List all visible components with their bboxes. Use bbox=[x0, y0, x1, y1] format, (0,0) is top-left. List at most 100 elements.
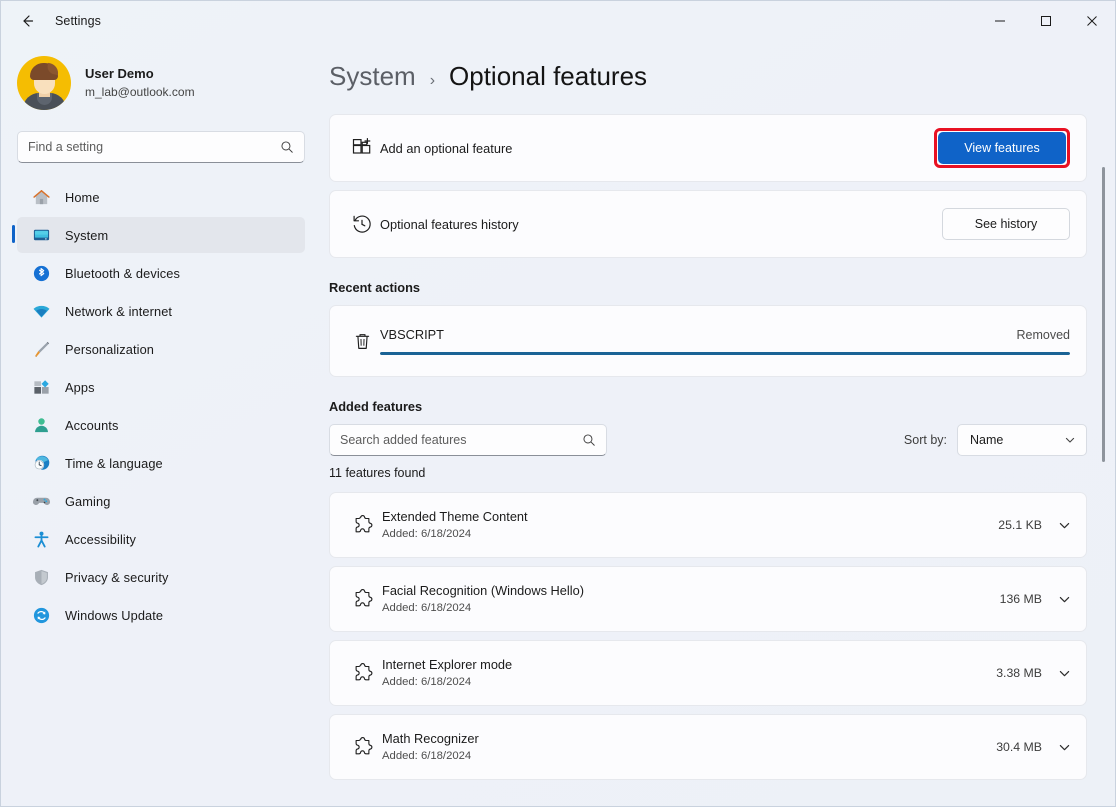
chevron-down-icon[interactable] bbox=[1056, 591, 1072, 607]
sidebar-item-accessibility[interactable]: Accessibility bbox=[17, 521, 305, 557]
minimize-icon bbox=[995, 20, 1005, 22]
bluetooth-icon bbox=[31, 263, 51, 283]
added-features-search-box[interactable] bbox=[329, 424, 607, 456]
sidebar-item-gaming[interactable]: Gaming bbox=[17, 483, 305, 519]
feature-added-date: Added: 6/18/2024 bbox=[382, 676, 472, 688]
sidebar-item-bluetooth-devices[interactable]: Bluetooth & devices bbox=[17, 255, 305, 291]
recent-action-progress bbox=[380, 352, 1070, 355]
chevron-right-icon: › bbox=[429, 72, 436, 89]
sidebar-item-accounts[interactable]: Accounts bbox=[17, 407, 305, 443]
add-optional-feature-card: Add an optional feature View features bbox=[329, 114, 1087, 182]
sidebar-item-windows-update[interactable]: Windows Update bbox=[17, 597, 305, 633]
apps-icon bbox=[31, 377, 51, 397]
sidebar-item-label: Apps bbox=[65, 379, 95, 395]
feature-card: Facial Recognition (Windows Hello) Added… bbox=[329, 566, 1087, 632]
sidebar-nav: Home System Bluetooth & devices Network … bbox=[12, 179, 305, 633]
feature-row[interactable]: Extended Theme Content Added: 6/18/2024 … bbox=[330, 493, 1086, 557]
breadcrumb-parent[interactable]: System bbox=[329, 61, 416, 92]
sidebar-item-label: Bluetooth & devices bbox=[65, 265, 181, 281]
history-clock-icon bbox=[344, 213, 380, 235]
accessibility-icon bbox=[31, 529, 51, 549]
window-body: User Demo m_lab@outlook.com Find a setti… bbox=[1, 41, 1115, 806]
sidebar-item-personalization[interactable]: Personalization bbox=[17, 331, 305, 367]
update-refresh-icon bbox=[31, 605, 51, 625]
recent-action-row: VBSCRIPT Removed bbox=[330, 306, 1086, 376]
feature-name: Math Recognizer bbox=[382, 731, 479, 746]
user-profile[interactable]: User Demo m_lab@outlook.com bbox=[17, 41, 305, 117]
puzzle-piece-icon bbox=[344, 662, 382, 685]
sidebar-item-time-language[interactable]: Time & language bbox=[17, 445, 305, 481]
recent-actions-card: VBSCRIPT Removed bbox=[329, 305, 1087, 377]
settings-search-box[interactable] bbox=[17, 131, 305, 163]
back-arrow-icon bbox=[23, 15, 34, 27]
feature-row[interactable]: Math Recognizer Added: 6/18/2024 30.4 MB bbox=[330, 715, 1086, 779]
gamepad-icon bbox=[31, 491, 51, 511]
user-email: m_lab@outlook.com bbox=[85, 85, 195, 99]
breadcrumb: System › Optional features bbox=[329, 51, 1087, 114]
sidebar-item-home[interactable]: Home bbox=[17, 179, 305, 215]
sidebar-item-label: Time & language bbox=[65, 455, 163, 471]
vertical-scrollbar[interactable] bbox=[1098, 89, 1110, 802]
chevron-down-icon[interactable] bbox=[1056, 739, 1072, 755]
clock-globe-icon bbox=[31, 453, 51, 473]
person-icon bbox=[31, 415, 51, 435]
sidebar-item-apps[interactable]: Apps bbox=[17, 369, 305, 405]
view-features-highlight: View features bbox=[934, 128, 1070, 168]
feature-name: Extended Theme Content bbox=[382, 509, 528, 524]
sidebar-item-label: Personalization bbox=[65, 341, 154, 357]
added-features-search-input[interactable] bbox=[340, 433, 582, 447]
puzzle-piece-icon bbox=[344, 736, 382, 759]
maximize-button[interactable] bbox=[1023, 1, 1069, 41]
feature-size: 136 MB bbox=[999, 592, 1042, 606]
paintbrush-icon bbox=[31, 339, 51, 359]
close-icon bbox=[1087, 16, 1097, 26]
sort-by-dropdown[interactable]: Name bbox=[957, 424, 1087, 456]
back-button[interactable] bbox=[11, 5, 43, 37]
sidebar: User Demo m_lab@outlook.com Find a setti… bbox=[1, 41, 321, 806]
wifi-icon bbox=[31, 301, 51, 321]
sidebar-item-label: Gaming bbox=[65, 493, 111, 509]
home-icon bbox=[31, 187, 51, 207]
chevron-down-icon[interactable] bbox=[1056, 517, 1072, 533]
feature-card: Math Recognizer Added: 6/18/2024 30.4 MB bbox=[329, 714, 1087, 780]
feature-size: 25.1 KB bbox=[998, 518, 1042, 532]
feature-size: 30.4 MB bbox=[996, 740, 1042, 754]
history-title: Optional features history bbox=[380, 216, 519, 232]
sidebar-item-label: Home bbox=[65, 189, 100, 205]
avatar bbox=[17, 56, 71, 110]
minimize-button[interactable] bbox=[977, 1, 1023, 41]
sidebar-item-label: Accounts bbox=[65, 417, 119, 433]
scrollbar-thumb[interactable] bbox=[1102, 167, 1105, 462]
feature-name: Internet Explorer mode bbox=[382, 657, 513, 672]
features-found-count: 11 features found bbox=[329, 466, 426, 480]
sidebar-item-system[interactable]: System bbox=[12, 217, 305, 253]
close-button[interactable] bbox=[1069, 1, 1115, 41]
maximize-icon bbox=[1041, 16, 1051, 26]
view-features-button[interactable]: View features bbox=[938, 132, 1066, 164]
sort-by-label: Sort by: bbox=[903, 433, 947, 447]
feature-added-date: Added: 6/18/2024 bbox=[382, 602, 472, 614]
feature-added-date: Added: 6/18/2024 bbox=[382, 528, 472, 540]
user-name: User Demo bbox=[85, 66, 154, 81]
see-history-button[interactable]: See history bbox=[942, 208, 1070, 240]
chevron-down-icon[interactable] bbox=[1056, 665, 1072, 681]
shield-icon bbox=[31, 567, 51, 587]
feature-card: Extended Theme Content Added: 6/18/2024 … bbox=[329, 492, 1087, 558]
feature-size: 3.38 MB bbox=[996, 666, 1042, 680]
feature-row[interactable]: Internet Explorer mode Added: 6/18/2024 … bbox=[330, 641, 1086, 705]
sidebar-item-privacy-security[interactable]: Privacy & security bbox=[17, 559, 305, 595]
search-icon bbox=[281, 141, 293, 153]
sidebar-item-label: Accessibility bbox=[65, 531, 136, 547]
added-features-list: Extended Theme Content Added: 6/18/2024 … bbox=[329, 492, 1087, 780]
recent-action-name: VBSCRIPT bbox=[380, 327, 444, 342]
page-title: Optional features bbox=[449, 61, 648, 91]
sidebar-item-network-internet[interactable]: Network & internet bbox=[17, 293, 305, 329]
sidebar-item-label: Network & internet bbox=[65, 303, 173, 319]
feature-row[interactable]: Facial Recognition (Windows Hello) Added… bbox=[330, 567, 1086, 631]
feature-name: Facial Recognition (Windows Hello) bbox=[382, 583, 584, 598]
search-input[interactable] bbox=[28, 132, 280, 162]
sidebar-item-label: Windows Update bbox=[65, 607, 164, 623]
sidebar-item-label: System bbox=[65, 227, 109, 243]
chevron-down-icon bbox=[1065, 437, 1075, 443]
puzzle-piece-icon bbox=[344, 514, 382, 537]
